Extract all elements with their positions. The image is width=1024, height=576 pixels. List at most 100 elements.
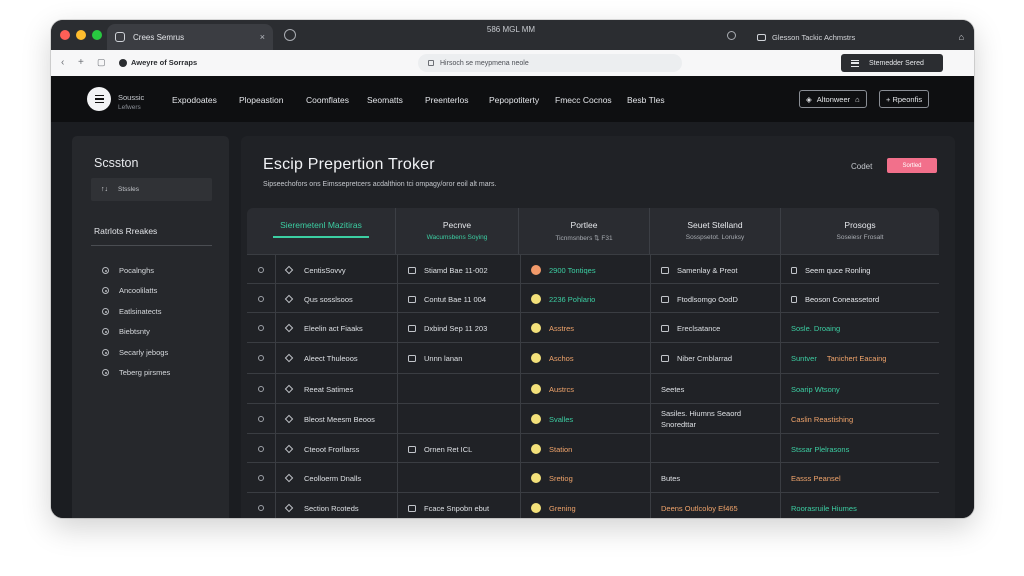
app-header: Soussic Lefwers Expodoates Plopeastion C… [51,76,974,122]
row-marker[interactable] [247,463,275,493]
column-header[interactable]: Sieremetenl Mazitiras [247,208,395,254]
table-row[interactable]: Cteoot Frorllarss Ornen Ret ICL Station Sts… [247,433,939,464]
panel-action-button[interactable]: Sortled [887,158,937,173]
row-name-cell[interactable]: CentisSovvy [275,255,397,285]
row-category: Ereclsatance [677,323,721,333]
row-name-cell[interactable]: Reeat Satimes [275,374,397,404]
row-marker[interactable] [247,404,275,434]
row-progress: Caslin Reastishing [791,414,854,424]
maximize-window-dot[interactable] [92,30,102,40]
table-row[interactable]: Qus sosslsoos Contut Bae 11 004 2236 Pohla… [247,283,939,314]
row-category-cell: Niber Cmblarrad [650,343,780,373]
row-category-cell: Ftodlsomgo OodD [650,284,780,314]
table-row[interactable]: Aleect Thuleoos Unnn lanan Aschos Niber Cmb… [247,342,939,373]
row-category: Ftodlsomgo OodD [677,294,738,304]
sidebar-item[interactable]: Eatlsinatects [102,307,162,316]
sidebar-item[interactable]: Ancoolilatts [102,286,157,295]
table-row[interactable]: CentisSovvy Stiamd Bae 11-002 2900 Tontiqe… [247,254,939,285]
nav-item[interactable]: Seomatts [367,95,403,105]
row-date: Fcace Snpobn ebut [424,503,490,513]
radio-icon [102,308,109,315]
row-name-cell[interactable]: Eleelin act Fiaaks [275,313,397,343]
row-name: Section Rcoteds [304,503,359,513]
nav-item[interactable]: Besb Tles [627,95,665,105]
category-icon [661,354,669,362]
close-window-dot[interactable] [60,30,70,40]
status-circle-icon[interactable] [727,31,736,40]
row-date-cell: Fcace Snpobn ebut [397,493,520,518]
page-icon[interactable]: ▢ [97,57,106,68]
nav-item[interactable]: Plopeastion [239,95,283,105]
row-status: Asstres [549,323,575,333]
nav-item[interactable]: Fmecc Cocnos [555,95,612,105]
item-icon [284,384,294,394]
browser-tab-secondary[interactable]: Glesson Tackic Achmstrs ⌂ [747,24,974,50]
row-marker[interactable] [247,343,275,373]
nav-item[interactable]: Pepopotiterty [489,95,539,105]
row-name-cell[interactable]: Section Rcoteds [275,493,397,518]
table-row[interactable]: Bleost Meesm Beoos Svalles Sasiles. Hiumns… [247,403,939,434]
primary-header-button[interactable]: ◈ Altonweer ⌂ [799,90,867,108]
row-marker[interactable] [247,313,275,343]
browser-tab-active[interactable]: Crees Semrus × [107,24,273,50]
column-header[interactable]: Portlee Ticnmsnbers ⇅ F31 [518,208,649,254]
table-row[interactable]: Reeat Satimes Austrcs Seetes Soarip Wtsony [247,373,939,404]
column-header[interactable]: Pecnve Wacumsbens Soying [395,208,518,254]
add-icon[interactable]: + [78,57,84,68]
column-header[interactable]: Seuet Stelland Sosspsetot. Loruksy [649,208,780,254]
sidebar-item[interactable]: Secarly jebogs [102,348,168,357]
row-name-cell[interactable]: Qus sosslsoos [275,284,397,314]
table-row[interactable]: Ceolloerm Dnalls Sretiog Butes Easss Peanse… [247,462,939,493]
table-row[interactable]: Section Rcoteds Fcace Snpobn ebut Grening D… [247,492,939,518]
row-progress-cell: Suntver Tanichert Eacaing [780,343,939,373]
primary-header-label: Altonweer [816,94,851,104]
url-input[interactable]: Hirsoch se meypmena neole [418,54,682,72]
sidebar-item[interactable]: Teberg pirsmes [102,368,170,377]
sidebar-search[interactable]: ↑↓ Stssles [91,178,212,201]
tab-strip: Crees Semrus × 586 MGL MM Glesson Tackic… [51,20,974,50]
home-icon[interactable]: ⌂ [959,32,964,42]
row-marker[interactable] [247,493,275,518]
item-icon [284,444,294,454]
minimize-window-dot[interactable] [76,30,86,40]
nav-item[interactable]: Preenterlos [425,95,468,105]
table-row[interactable]: Eleelin act Fiaaks Dxbind Sep 11 203 Asstr… [247,312,939,343]
row-status: Svalles [549,414,574,424]
sort-icon: ↑↓ [101,186,108,193]
row-status-cell: Aschos [520,343,650,373]
secondary-header-button[interactable]: + Rpeonfis [879,90,930,108]
row-name-cell[interactable]: Bleost Meesm Beoos [275,404,397,434]
row-select-icon [258,505,264,511]
row-name-cell[interactable]: Aleect Thuleoos [275,343,397,373]
column-header-sub: Sosspsetot. Loruksy [685,234,745,241]
row-name-cell[interactable]: Ceolloerm Dnalls [275,463,397,493]
row-date-cell [397,463,520,493]
new-tab-icon[interactable] [284,29,296,41]
row-date: Dxbind Sep 11 203 [424,323,488,333]
status-dot-icon [531,384,541,394]
nav-item[interactable]: Expodoates [172,95,217,105]
sidebar-item[interactable]: Pocalnghs [102,266,154,275]
app-menu-icon[interactable] [87,87,111,111]
row-marker[interactable] [247,255,275,285]
status-dot-icon [531,294,541,304]
status-dot-icon [531,323,541,333]
sidebar-item[interactable]: Biebtsnty [102,327,150,336]
row-status-cell: Grening [520,493,650,518]
row-name-cell[interactable]: Cteoot Frorllarss [275,434,397,464]
item-icon [284,473,294,483]
column-header[interactable]: Prosogs Soseiesr Frosalt [780,208,939,254]
row-name: CentisSovvy [304,265,346,275]
nav-item[interactable]: Coomflates [306,95,349,105]
tab-close-icon[interactable]: × [260,32,265,42]
panel-link[interactable]: Codet [851,162,872,171]
row-select-icon [258,386,264,392]
back-arrow-icon[interactable]: ‹ [61,57,64,68]
status-dot-icon [531,414,541,424]
row-marker[interactable] [247,284,275,314]
row-marker[interactable] [247,434,275,464]
address-action-button[interactable]: Stemedder Sered [841,54,943,72]
row-marker[interactable] [247,374,275,404]
row-category: Sasiles. Hiumns Seaord [661,409,742,418]
site-identity[interactable]: Aweyre of Sorraps [119,58,197,67]
